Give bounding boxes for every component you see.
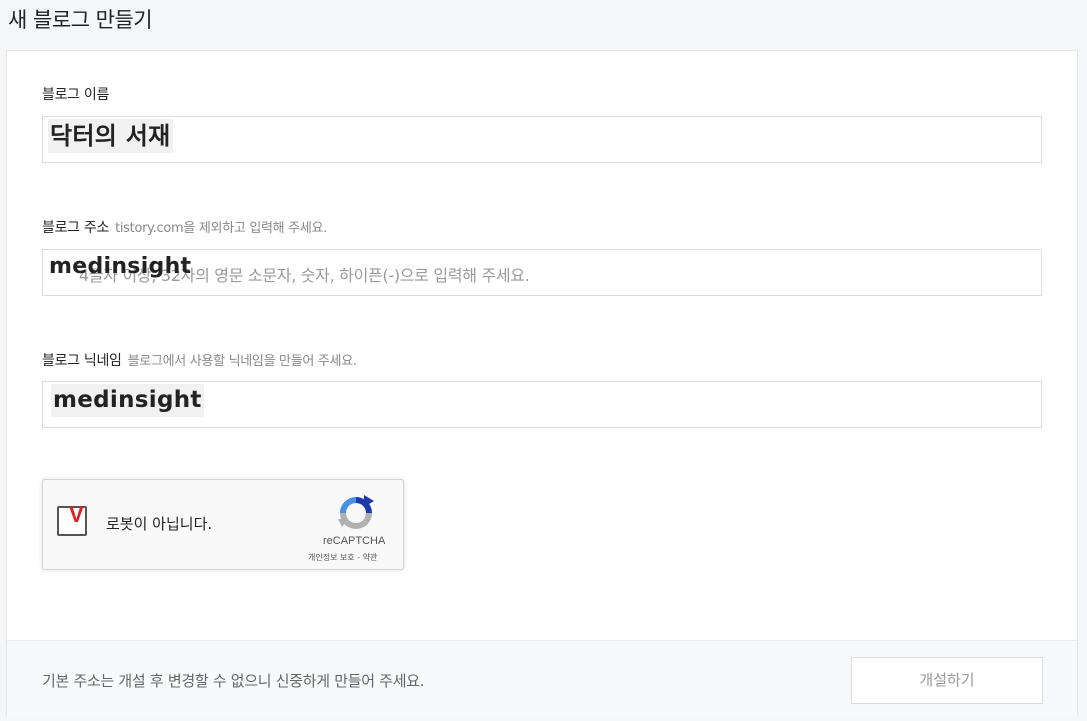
create-blog-form: 블로그 이름 닥터의 서재 블로그 주소 tistory.com을 제외하고 입력… xyxy=(6,50,1078,716)
blog-nickname-input[interactable]: medinsight xyxy=(42,381,1042,428)
footer-note: 기본 주소는 개설 후 변경할 수 없으니 신중하게 만들어 주세요. xyxy=(42,672,425,690)
recaptcha-terms-link[interactable]: 개인정보 보호 - 약관 xyxy=(308,552,377,563)
page-title: 새 블로그 만들기 xyxy=(8,8,153,32)
create-blog-button[interactable]: 개설하기 xyxy=(851,657,1043,704)
blog-name-input[interactable]: 닥터의 서재 xyxy=(42,116,1042,163)
recaptcha-brand: reCAPTCHA xyxy=(323,535,386,547)
blog-nickname-label-text: 블로그 닉네임 xyxy=(42,353,122,369)
blog-name-label: 블로그 이름 xyxy=(42,84,109,104)
form-footer: 기본 주소는 개설 후 변경할 수 없으니 신중하게 만들어 주세요. 개설하기 xyxy=(7,640,1077,716)
blog-nickname-label: 블로그 닉네임 블로그에서 사용할 닉네임을 만들어 주세요. xyxy=(42,350,357,370)
blog-name-value: 닥터의 서재 xyxy=(48,119,173,153)
checkmark-icon: V xyxy=(69,502,84,527)
blog-address-label-text: 블로그 주소 xyxy=(42,220,110,236)
blog-name-label-text: 블로그 이름 xyxy=(42,87,110,103)
recaptcha-label: 로봇이 아닙니다. xyxy=(106,515,213,533)
blog-nickname-hint: 블로그에서 사용할 닉네임을 만들어 주세요. xyxy=(127,354,357,369)
blog-address-value: medinsight xyxy=(49,254,192,279)
recaptcha-logo-icon xyxy=(338,495,374,529)
blog-address-hint: tistory.com을 제외하고 입력해 주세요. xyxy=(115,221,327,236)
blog-address-label: 블로그 주소 tistory.com을 제외하고 입력해 주세요. xyxy=(42,217,327,237)
blog-address-input[interactable]: 4글자 이상, 32자의 영문 소문자, 숫자, 하이픈(-)으로 입력해 주세… xyxy=(42,249,1042,296)
blog-nickname-value: medinsight xyxy=(51,384,204,417)
recaptcha-widget: V 로봇이 아닙니다. reCAPTCHA 개인정보 보호 - 약관 xyxy=(42,479,404,570)
